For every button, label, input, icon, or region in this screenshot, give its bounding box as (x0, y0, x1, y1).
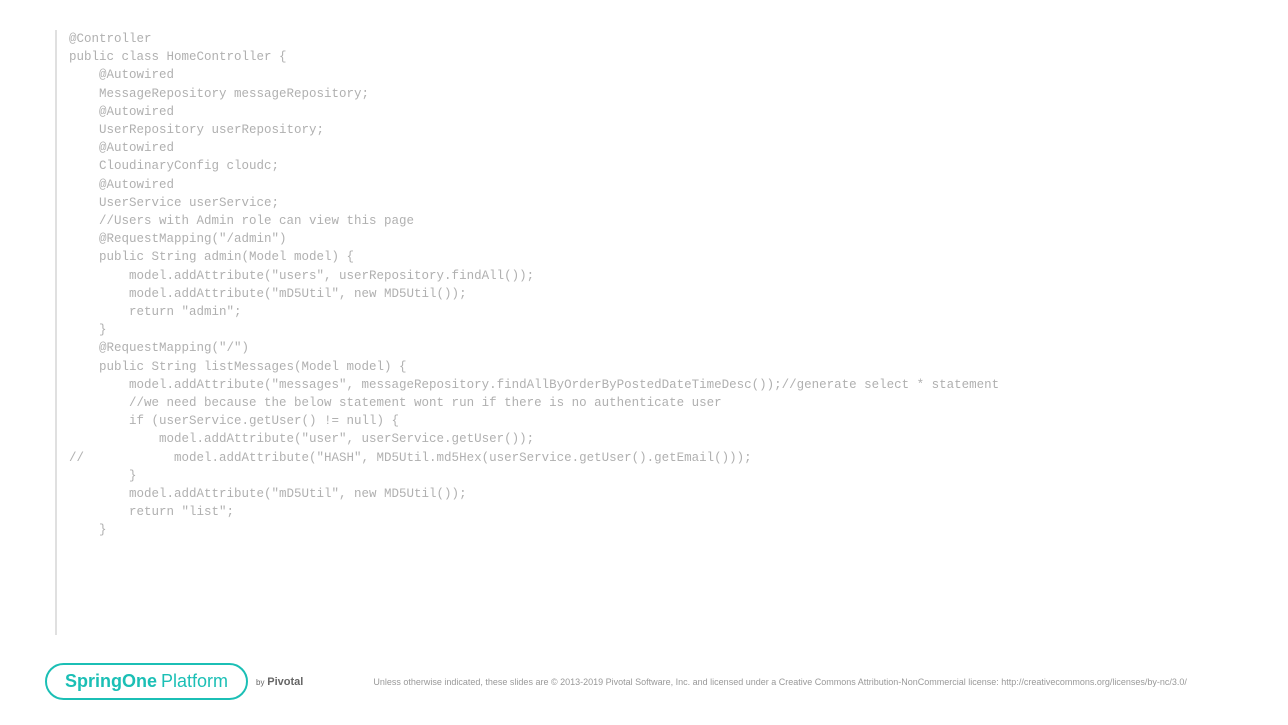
code-line: //we need because the below statement wo… (69, 394, 1248, 412)
code-line: return "admin"; (69, 303, 1248, 321)
code-line: model.addAttribute("mD5Util", new MD5Uti… (69, 285, 1248, 303)
code-line: } (69, 321, 1248, 339)
code-line: return "list"; (69, 503, 1248, 521)
code-line: model.addAttribute("mD5Util", new MD5Uti… (69, 485, 1248, 503)
logo-platform: Platform (161, 671, 228, 692)
footer: SpringOne Platform by Pivotal Unless oth… (45, 663, 1243, 700)
logo-springone: SpringOne (65, 671, 157, 692)
code-line: // model.addAttribute("HASH", MD5Util.md… (69, 449, 1248, 467)
code-line: } (69, 467, 1248, 485)
copyright-text: Unless otherwise indicated, these slides… (373, 677, 1187, 687)
by-text: by (256, 678, 264, 687)
by-pivotal: by Pivotal (256, 676, 303, 688)
code-line: CloudinaryConfig cloudc; (69, 157, 1248, 175)
code-line: model.addAttribute("user", userService.g… (69, 430, 1248, 448)
code-line: public String listMessages(Model model) … (69, 358, 1248, 376)
code-line: } (69, 521, 1248, 539)
code-line: if (userService.getUser() != null) { (69, 412, 1248, 430)
code-line: @Autowired (69, 66, 1248, 84)
code-line: @Autowired (69, 176, 1248, 194)
code-line: UserRepository userRepository; (69, 121, 1248, 139)
code-line: //Users with Admin role can view this pa… (69, 212, 1248, 230)
code-line: @Autowired (69, 103, 1248, 121)
code-line: @RequestMapping("/admin") (69, 230, 1248, 248)
pivotal-text: Pivotal (267, 676, 303, 688)
code-line: UserService userService; (69, 194, 1248, 212)
code-block: @Controller public class HomeController … (55, 30, 1248, 635)
code-line: public class HomeController { (69, 48, 1248, 66)
code-line: model.addAttribute("users", userReposito… (69, 267, 1248, 285)
code-line: @Controller (69, 30, 1248, 48)
code-line: @RequestMapping("/") (69, 339, 1248, 357)
code-line: public String admin(Model model) { (69, 248, 1248, 266)
code-line: model.addAttribute("messages", messageRe… (69, 376, 1248, 394)
springone-logo: SpringOne Platform (45, 663, 248, 700)
code-line: @Autowired (69, 139, 1248, 157)
code-line: MessageRepository messageRepository; (69, 85, 1248, 103)
